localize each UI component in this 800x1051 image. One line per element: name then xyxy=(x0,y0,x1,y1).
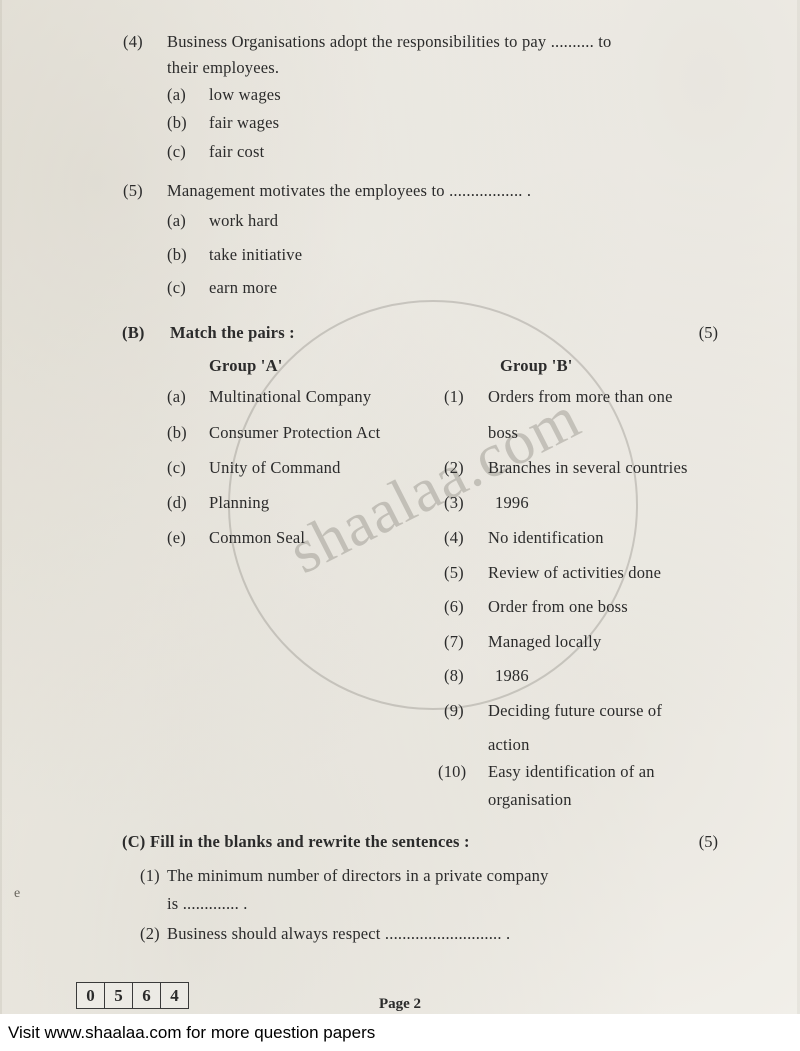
group-b-item-label: (8) xyxy=(444,666,464,685)
q4-option-c-label: (c) xyxy=(167,142,186,161)
section-c-item-label: (2) xyxy=(140,924,160,943)
q4-option-a-text: low wages xyxy=(209,85,281,104)
section-b-title: Match the pairs : xyxy=(170,323,295,342)
group-b-item-label: (2) xyxy=(444,458,464,477)
q5-option-b-text: take initiative xyxy=(209,245,303,264)
q4-option-b-text: fair wages xyxy=(209,113,280,132)
q5-option-c-text: earn more xyxy=(209,278,278,297)
group-a-item-label: (a) xyxy=(167,387,186,406)
scanned-page: shaalaa.com (4) Business Organisations a… xyxy=(0,0,800,1014)
q4-number: (4) xyxy=(123,32,143,51)
group-b-item-label: (5) xyxy=(444,563,464,582)
section-c-item-text: The minimum number of directors in a pri… xyxy=(167,866,549,885)
group-a-item-label: (e) xyxy=(167,528,186,547)
group-a-item-label: (d) xyxy=(167,493,187,512)
q5-option-c-label: (c) xyxy=(167,278,186,297)
group-b-item-text: Branches in several countries xyxy=(488,458,688,477)
section-c-item-text: Business should always respect .........… xyxy=(167,924,511,943)
group-b-item-text: Orders from more than one xyxy=(488,387,673,406)
q4-line2: their employees. xyxy=(167,58,280,77)
group-b-item-label: (6) xyxy=(444,597,464,616)
group-b-item-text: 1986 xyxy=(495,666,529,685)
stray-mark: e xyxy=(14,886,21,901)
group-b-item-text: 1996 xyxy=(495,493,529,512)
group-b-item-text-cont: action xyxy=(488,735,530,754)
group-b-heading: Group 'B' xyxy=(500,356,573,375)
group-b-item-label: (4) xyxy=(444,528,464,547)
q4-line1: Business Organisations adopt the respons… xyxy=(167,32,612,51)
section-b-label: (B) xyxy=(122,323,145,342)
q5-option-a-text: work hard xyxy=(209,211,279,230)
group-a-item-text: Consumer Protection Act xyxy=(209,423,381,442)
section-c-item-label: (1) xyxy=(140,866,160,885)
section-b-marks: (5) xyxy=(698,323,718,342)
section-c-label: (C) xyxy=(122,832,146,851)
q4-option-b-label: (b) xyxy=(167,113,187,132)
group-a-item-text: Multinational Company xyxy=(209,387,372,406)
promo-text: Visit www.shaalaa.com for more question … xyxy=(8,1022,376,1042)
q4-option-c-text: fair cost xyxy=(209,142,265,161)
group-b-item-text: Order from one boss xyxy=(488,597,628,616)
group-b-item-text: Deciding future course of xyxy=(488,701,663,720)
promo-bar: Visit www.shaalaa.com for more question … xyxy=(0,1014,800,1051)
section-c-marks: (5) xyxy=(698,832,718,851)
group-b-item-text: Easy identification of an xyxy=(488,762,655,781)
group-b-item-label: (7) xyxy=(444,632,464,651)
group-a-item-text: Planning xyxy=(209,493,270,512)
group-a-heading: Group 'A' xyxy=(209,356,283,375)
group-b-item-label: (10) xyxy=(438,762,467,781)
group-a-item-text: Unity of Command xyxy=(209,458,341,477)
group-b-item-label: (3) xyxy=(444,493,464,512)
group-b-item-text-cont: boss xyxy=(488,423,519,442)
page-number: Page 2 xyxy=(378,996,422,1012)
q5-option-b-label: (b) xyxy=(167,245,187,264)
q5-number: (5) xyxy=(123,181,143,200)
group-b-item-text: No identification xyxy=(488,528,604,547)
group-b-item-text: Review of activities done xyxy=(488,563,662,582)
q5-option-a-label: (a) xyxy=(167,211,186,230)
group-b-item-label: (1) xyxy=(444,387,464,406)
group-b-item-text-cont: organisation xyxy=(488,790,572,809)
section-c-item-text-cont: is ............. . xyxy=(167,894,248,913)
group-b-item-text: Managed locally xyxy=(488,632,602,651)
group-a-item-text: Common Seal xyxy=(209,528,306,547)
q5-line1: Management motivates the employees to ..… xyxy=(167,181,532,200)
group-b-item-label: (9) xyxy=(444,701,464,720)
group-a-item-label: (c) xyxy=(167,458,186,477)
q4-option-a-label: (a) xyxy=(167,85,186,104)
group-a-item-label: (b) xyxy=(167,423,187,442)
section-c-title: Fill in the blanks and rewrite the sente… xyxy=(150,832,470,851)
